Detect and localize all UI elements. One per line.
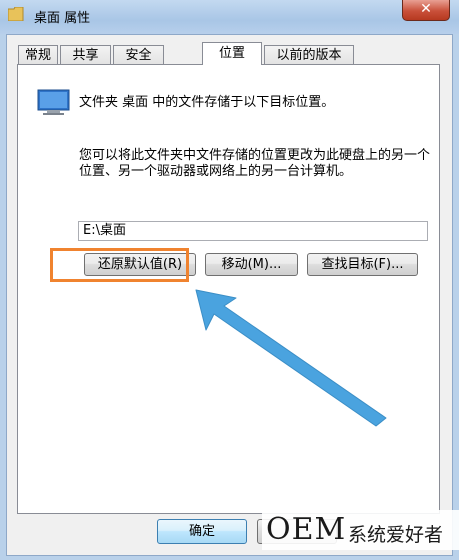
watermark-text: 系统爱好者	[348, 524, 444, 546]
pointer-arrow-icon	[195, 289, 387, 427]
tab-location[interactable]: 位置	[202, 42, 262, 65]
watermark-brand: OEM	[266, 512, 347, 547]
watermark: OEM 系统爱好者	[262, 510, 459, 550]
